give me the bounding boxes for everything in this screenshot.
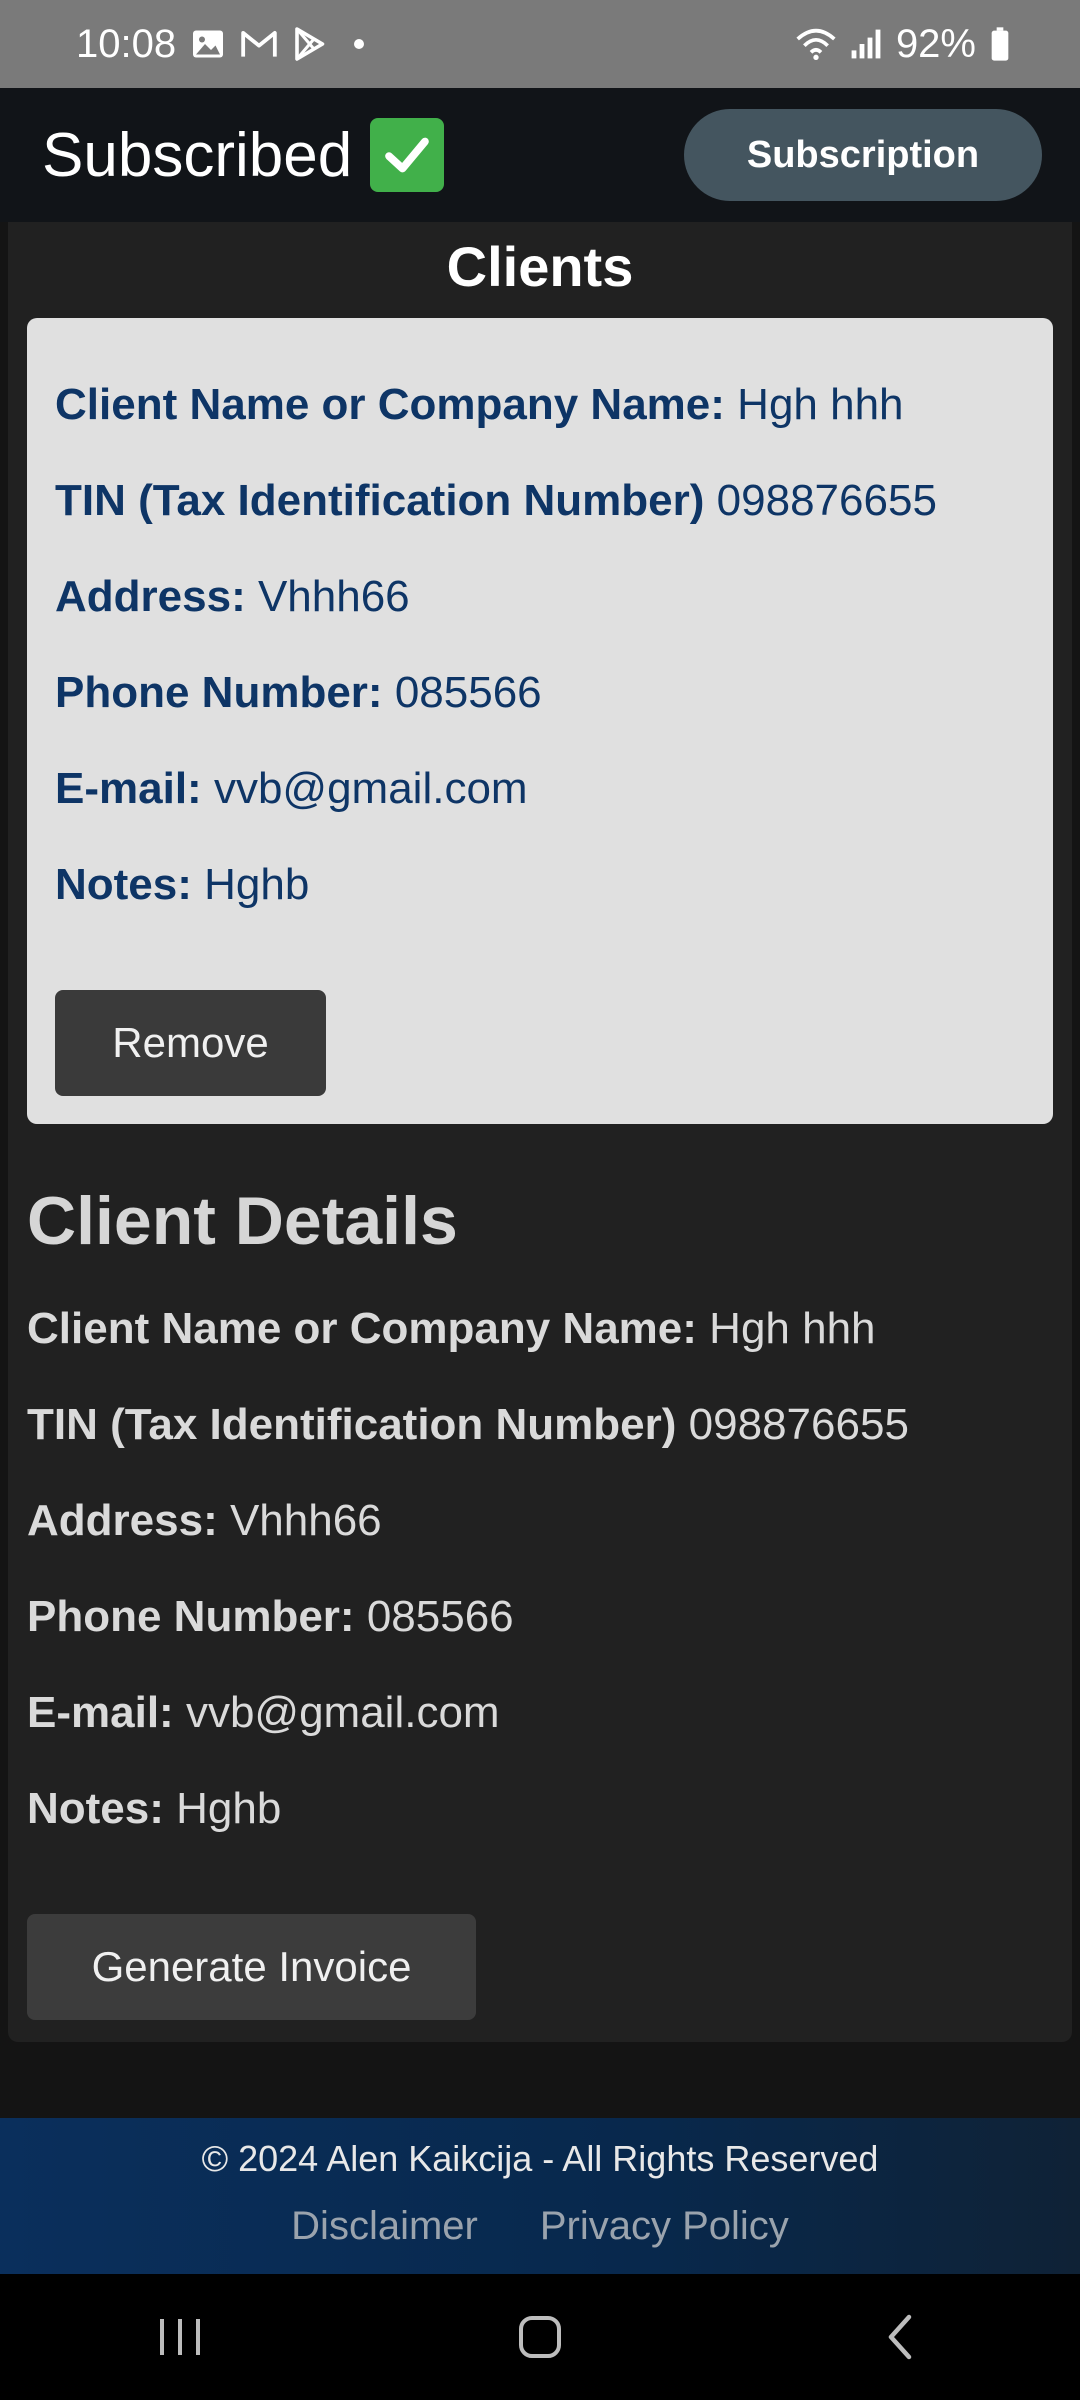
remove-button[interactable]: Remove	[55, 990, 326, 1096]
content-panel: Clients Client Name or Company Name: Hgh…	[8, 222, 1072, 2042]
subscription-status: Subscribed	[42, 118, 445, 192]
gmail-icon	[240, 28, 278, 60]
card-notes-label: Notes:	[55, 860, 192, 909]
privacy-policy-link[interactable]: Privacy Policy	[540, 2204, 789, 2249]
detail-tin: TIN (Tax Identification Number) 09887665…	[27, 1400, 909, 1450]
status-bar: 10:08 92%	[0, 0, 1080, 88]
detail-phone-label: Phone Number:	[27, 1592, 355, 1641]
play-store-icon	[292, 26, 326, 62]
status-left: 10:08	[76, 21, 365, 67]
card-tin: TIN (Tax Identification Number) 09887665…	[55, 476, 937, 526]
wifi-icon	[796, 27, 836, 61]
card-address-value: Vhhh66	[257, 572, 410, 621]
detail-phone-value: 085566	[366, 1592, 514, 1641]
detail-notes-label: Notes:	[27, 1784, 164, 1833]
check-mark-icon	[370, 118, 445, 192]
card-email-value: vvb@gmail.com	[213, 764, 528, 813]
detail-phone: Phone Number: 085566	[27, 1592, 514, 1642]
detail-email-label: E-mail:	[27, 1688, 174, 1737]
detail-tin-value: 098876655	[688, 1400, 909, 1449]
detail-notes: Notes: Hghb	[27, 1784, 281, 1834]
detail-client-name-value: Hgh hhh	[709, 1304, 876, 1353]
recent-apps-icon[interactable]	[120, 2297, 240, 2377]
back-icon[interactable]	[840, 2297, 960, 2377]
card-client-name-label: Client Name or Company Name:	[55, 380, 725, 429]
subscription-button[interactable]: Subscription	[684, 109, 1042, 201]
card-email-label: E-mail:	[55, 764, 202, 813]
detail-address-value: Vhhh66	[229, 1496, 382, 1545]
copyright-text: © 2024 Alen Kaikcija - All Rights Reserv…	[201, 2138, 879, 2179]
signal-icon	[850, 28, 882, 60]
client-details-heading: Client Details	[27, 1183, 458, 1259]
detail-email-value: vvb@gmail.com	[185, 1688, 500, 1737]
subscription-status-label: Subscribed	[42, 120, 353, 190]
detail-client-name-label: Client Name or Company Name:	[27, 1304, 697, 1353]
client-card[interactable]: Client Name or Company Name: Hgh hhh TIN…	[27, 318, 1053, 1124]
clients-heading: Clients	[446, 235, 634, 298]
detail-address: Address: Vhhh66	[27, 1496, 382, 1546]
card-notes: Notes: Hghb	[55, 860, 309, 910]
status-right: 92%	[796, 22, 1010, 67]
image-icon	[190, 26, 226, 62]
card-email: E-mail: vvb@gmail.com	[55, 764, 528, 814]
card-phone-value: 085566	[394, 668, 542, 717]
detail-client-name: Client Name or Company Name: Hgh hhh	[27, 1304, 876, 1354]
card-client-name: Client Name or Company Name: Hgh hhh	[55, 380, 904, 430]
disclaimer-link[interactable]: Disclaimer	[291, 2204, 478, 2249]
detail-address-label: Address:	[27, 1496, 218, 1545]
battery-icon	[990, 27, 1010, 61]
card-address-label: Address:	[55, 572, 246, 621]
system-navigation-bar	[0, 2274, 1080, 2400]
card-address: Address: Vhhh66	[55, 572, 410, 622]
card-notes-value: Hghb	[204, 860, 310, 909]
notification-dot-icon	[354, 39, 365, 49]
card-client-name-value: Hgh hhh	[737, 380, 904, 429]
detail-tin-label: TIN (Tax Identification Number)	[27, 1400, 677, 1449]
app-header: Subscribed Subscription	[0, 88, 1080, 222]
card-tin-value: 098876655	[716, 476, 937, 525]
detail-email: E-mail: vvb@gmail.com	[27, 1688, 500, 1738]
detail-notes-value: Hghb	[176, 1784, 282, 1833]
home-icon[interactable]	[480, 2297, 600, 2377]
footer-links: Disclaimer Privacy Policy	[0, 2204, 1080, 2249]
status-time: 10:08	[76, 21, 177, 66]
footer: © 2024 Alen Kaikcija - All Rights Reserv…	[0, 2118, 1080, 2274]
generate-invoice-button[interactable]: Generate Invoice	[27, 1914, 476, 2020]
card-phone-label: Phone Number:	[55, 668, 383, 717]
battery-percentage: 92%	[895, 21, 976, 66]
card-tin-label: TIN (Tax Identification Number)	[55, 476, 705, 525]
card-phone: Phone Number: 085566	[55, 668, 542, 718]
